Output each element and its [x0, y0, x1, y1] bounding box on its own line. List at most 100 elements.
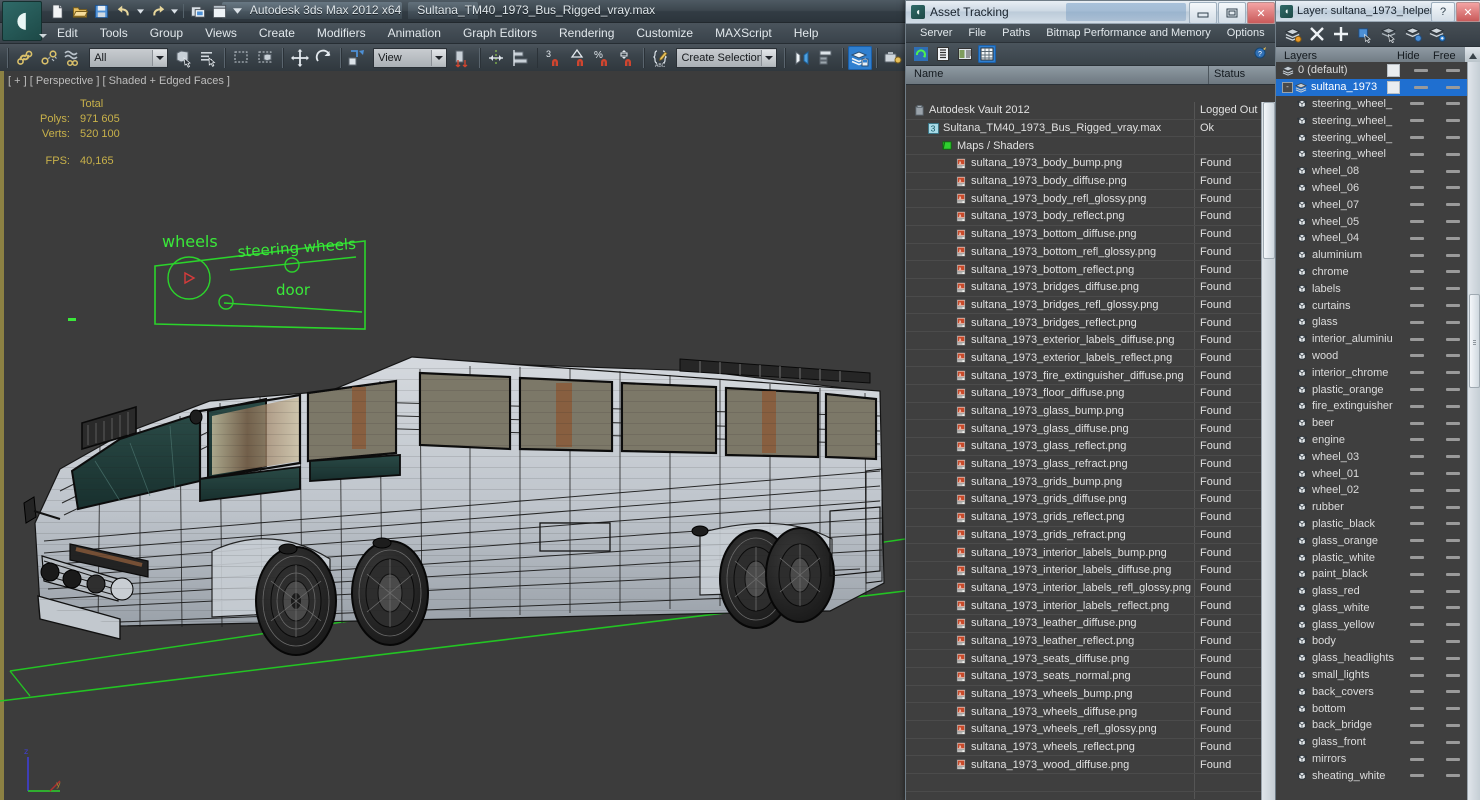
layer-freeze-dash[interactable]	[1446, 472, 1460, 476]
layer-row[interactable]: steering_wheel_	[1276, 112, 1468, 129]
layer-row[interactable]: wood	[1276, 348, 1468, 365]
layer-row[interactable]: wheel_03	[1276, 448, 1468, 465]
asset-row[interactable]: a sultana_1973_bridges_refl_glossy.png Fou…	[906, 296, 1262, 315]
layer-row[interactable]: glass	[1276, 314, 1468, 331]
layer-hide-dash[interactable]	[1410, 270, 1424, 274]
set-project-folder-icon[interactable]	[188, 2, 207, 20]
list-view-icon[interactable]	[934, 45, 952, 63]
layer-row[interactable]: glass_headlights	[1276, 650, 1468, 667]
layer-hide-dash[interactable]	[1410, 253, 1424, 257]
menu-tools[interactable]: Tools	[89, 24, 139, 42]
asset-row-name-cell[interactable]: a sultana_1973_wheels_reflect.png	[906, 738, 1195, 756]
layer-freeze-dash[interactable]	[1446, 421, 1460, 425]
asset-row[interactable]: a sultana_1973_exterior_labels_diffuse.pn…	[906, 331, 1262, 350]
layer-freeze-dash[interactable]	[1446, 723, 1460, 727]
layer-hide-checkbox[interactable]	[1387, 80, 1400, 94]
asset-row[interactable]: a sultana_1973_bottom_reflect.png Found	[906, 261, 1262, 279]
layer-freeze-dash[interactable]	[1446, 220, 1460, 224]
close-button[interactable]: ✕	[1247, 2, 1275, 24]
render-setup-icon[interactable]	[882, 46, 905, 70]
layer-freeze-dash[interactable]	[1446, 455, 1460, 459]
mirror-geometry-icon[interactable]	[790, 46, 813, 70]
paths-view-icon[interactable]	[956, 45, 974, 63]
asset-list-header[interactable]: Name Status	[906, 66, 1276, 85]
layer-freeze-dash[interactable]	[1446, 572, 1460, 576]
select-highlighted-objects-icon[interactable]	[1380, 25, 1398, 43]
layer-row[interactable]: back_covers	[1276, 683, 1468, 700]
column-header-freeze[interactable]: Free	[1433, 50, 1465, 62]
layer-hide-dash[interactable]	[1410, 186, 1424, 190]
layer-freeze-dash[interactable]	[1446, 488, 1460, 492]
asset-row-name-cell[interactable]: a sultana_1973_wheels_refl_glossy.png	[906, 721, 1195, 738]
asset-list-scrollbar[interactable]	[1261, 102, 1276, 800]
edit-named-selection-sets-icon[interactable]: ABC	[649, 46, 672, 70]
scene-3d-content[interactable]: wheels steering wheels door	[0, 71, 905, 800]
layer-freeze-dash[interactable]	[1446, 119, 1460, 123]
layer-row[interactable]: glass_yellow	[1276, 616, 1468, 633]
menu-edit[interactable]: Edit	[46, 24, 89, 42]
asset-row-name-cell[interactable]: a sultana_1973_wood_diffuse.png	[906, 756, 1195, 774]
max-menu-bar[interactable]: Edit Tools Group Views Create Modifiers …	[0, 23, 905, 44]
percent-snap-toggle-icon[interactable]: %	[591, 46, 614, 70]
layer-row[interactable]: body	[1276, 633, 1468, 650]
asset-row-name-cell[interactable]: a sultana_1973_floor_diffuse.png	[906, 385, 1195, 402]
asset-row-name-cell[interactable]: a sultana_1973_leather_diffuse.png	[906, 614, 1195, 632]
asset-row[interactable]: a sultana_1973_body_diffuse.png Found	[906, 172, 1262, 191]
menu-help[interactable]: Help	[783, 24, 830, 42]
asset-tracking-window[interactable]: ◖ Asset Tracking ✕ Server File Paths Bit…	[905, 0, 1277, 800]
create-new-layer-icon[interactable]	[1284, 25, 1302, 43]
add-selection-to-layer-icon[interactable]	[1332, 25, 1350, 43]
asset-row-name-cell[interactable]: a sultana_1973_grids_refract.png	[906, 526, 1195, 544]
layer-row[interactable]: steering_wheel_	[1276, 129, 1468, 146]
at-menu-bitmap-performance[interactable]: Bitmap Performance and Memory	[1038, 26, 1218, 40]
angle-snap-toggle-icon[interactable]	[567, 46, 590, 70]
layer-row[interactable]: wheel_05	[1276, 213, 1468, 230]
asset-row[interactable]: a sultana_1973_bridges_reflect.png Found	[906, 314, 1262, 332]
layer-row[interactable]: 0 (default)	[1276, 62, 1468, 79]
layer-freeze-dash[interactable]	[1446, 757, 1460, 761]
layer-freeze-dash[interactable]	[1446, 186, 1460, 190]
layer-row[interactable]: glass_front	[1276, 734, 1468, 751]
select-and-link-icon[interactable]	[13, 46, 36, 70]
column-header-status[interactable]: Status	[1209, 66, 1276, 84]
asset-row-name-cell[interactable]: a sultana_1973_bottom_diffuse.png	[906, 225, 1195, 243]
asset-row-name-cell[interactable]: a sultana_1973_bridges_diffuse.png	[906, 278, 1195, 296]
layer-row[interactable]: wheel_07	[1276, 196, 1468, 213]
layer-row[interactable]: plastic_orange	[1276, 381, 1468, 398]
asset-row-name-cell[interactable]: 3 Sultana_TM40_1973_Bus_Rigged_vray.max	[906, 119, 1195, 137]
at-menu-paths[interactable]: Paths	[994, 26, 1038, 40]
asset-row-name-cell[interactable]: a sultana_1973_glass_bump.png	[906, 402, 1195, 420]
use-pivot-point-center-icon[interactable]	[451, 46, 474, 70]
layer-freeze-dash[interactable]	[1446, 404, 1460, 408]
highlight-selected-objects-icon[interactable]	[1404, 25, 1422, 43]
layer-hide-dash[interactable]	[1410, 774, 1424, 778]
select-and-scale-icon[interactable]	[346, 46, 369, 70]
asset-row[interactable]: a sultana_1973_grids_reflect.png Found	[906, 508, 1262, 527]
layer-list-scroll-thumb[interactable]	[1469, 294, 1480, 388]
help-icon[interactable]: ?	[1254, 46, 1268, 63]
asset-row[interactable]: a sultana_1973_grids_refract.png Found	[906, 526, 1262, 545]
mirror-icon[interactable]	[485, 46, 508, 70]
max-main-toolbar[interactable]: All View 3 % ABC Create Selection	[0, 44, 905, 73]
asset-tracking-window-controls[interactable]: ✕	[1189, 1, 1276, 24]
layer-row[interactable]: wheel_06	[1276, 180, 1468, 197]
asset-row-name-cell[interactable]: a sultana_1973_interior_labels_refl_gloss…	[906, 579, 1195, 597]
layer-row-selected[interactable]: - sultana_1973	[1276, 78, 1468, 96]
menu-views[interactable]: Views	[194, 24, 248, 42]
asset-row[interactable]: a sultana_1973_exterior_labels_reflect.pn…	[906, 349, 1262, 368]
maximize-button[interactable]	[1218, 2, 1246, 24]
asset-row[interactable]: a sultana_1973_wheels_bump.png Found	[906, 685, 1262, 704]
asset-row-name-cell[interactable]: Maps / Shaders	[906, 137, 1195, 155]
layer-freeze-dash[interactable]	[1446, 354, 1460, 358]
asset-row-name-cell[interactable]: a sultana_1973_grids_reflect.png	[906, 508, 1195, 526]
asset-row-name-cell[interactable]: a sultana_1973_leather_reflect.png	[906, 632, 1195, 650]
named-selection-set-dropdown[interactable]: Create Selection Se	[676, 48, 778, 68]
layer-hide-dash[interactable]	[1410, 203, 1424, 207]
asset-row[interactable]: a sultana_1973_seats_diffuse.png Found	[906, 650, 1262, 668]
menu-graph-editors[interactable]: Graph Editors	[452, 24, 548, 42]
menu-create[interactable]: Create	[248, 24, 306, 42]
quick-access-toolbar[interactable]	[48, 1, 243, 21]
qat-more-icon[interactable]	[232, 2, 243, 20]
layer-row[interactable]: wheel_08	[1276, 163, 1468, 180]
selection-filter-dropdown[interactable]: All	[89, 48, 169, 68]
